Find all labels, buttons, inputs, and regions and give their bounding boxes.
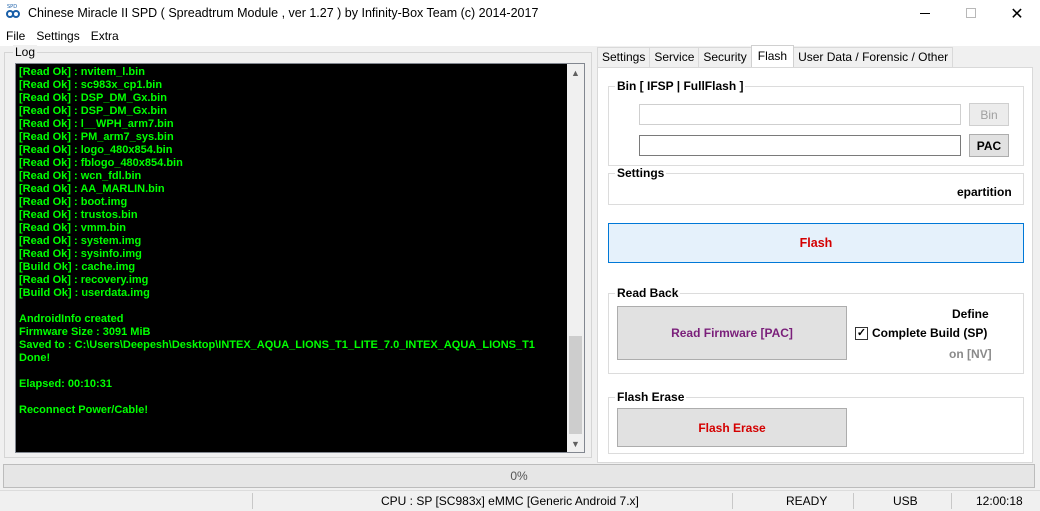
flash-button[interactable]: Flash	[608, 223, 1024, 263]
scroll-thumb[interactable]	[569, 336, 582, 434]
complete-build-checkbox[interactable]: ✓ Complete Build (SP)	[855, 326, 987, 340]
app-logo-icon: SPD	[6, 4, 22, 20]
log-line: Done!	[19, 352, 51, 364]
status-cpu: CPU : SP [SC983x] eMMC [Generic Android …	[381, 494, 639, 508]
log-line: [Read Ok] : sysinfo.img	[19, 248, 142, 260]
progress-text: 0%	[510, 469, 528, 483]
flash-tab-panel: Bin [ IFSP | FullFlash ] Bin PAC Setting…	[597, 67, 1033, 463]
log-line: [Read Ok] : vmm.bin	[19, 222, 126, 234]
log-line: Saved to : C:\Users\Deepesh\Desktop\INTE…	[19, 339, 535, 351]
close-button[interactable]: ✕	[994, 0, 1040, 26]
log-line: [Read Ok] : boot.img	[19, 196, 128, 208]
menu-extra[interactable]: Extra	[85, 29, 124, 43]
log-line: Firmware Size : 3091 MiB	[19, 326, 151, 338]
window-controls: ✕	[902, 0, 1040, 26]
log-line: [Read Ok] : DSP_DM_Gx.bin	[19, 92, 167, 104]
log-line: [Read Ok] : wcn_fdl.bin	[19, 170, 142, 182]
log-scrollbar[interactable]: ▲ ▼	[567, 64, 584, 452]
log-group-title: Log	[13, 45, 38, 59]
read-back-group: Read Back Read Firmware [PAC] Define ✓ C…	[608, 286, 1024, 374]
settings-group-title: Settings	[615, 166, 667, 180]
repartition-option[interactable]: epartition	[957, 185, 1012, 199]
maximize-icon	[966, 8, 976, 18]
bin-group: Bin [ IFSP | FullFlash ] Bin PAC	[608, 79, 1024, 166]
flash-erase-group: Flash Erase Flash Erase	[608, 390, 1024, 454]
tab-settings[interactable]: Settings	[597, 47, 651, 67]
bin-button[interactable]: Bin	[969, 103, 1009, 126]
menu-settings[interactable]: Settings	[30, 29, 84, 43]
settings-group: Settings epartition	[608, 166, 1024, 205]
read-back-group-title: Read Back	[615, 286, 681, 300]
log-line: [Read Ok] : PM_arm7_sys.bin	[19, 131, 174, 143]
menu-file[interactable]: File	[0, 29, 30, 43]
scroll-down-icon[interactable]: ▼	[567, 435, 584, 452]
minimize-button[interactable]	[902, 0, 948, 26]
progress-bar: 0%	[3, 464, 1035, 488]
checkbox-check-icon: ✓	[855, 326, 868, 340]
flash-erase-group-title: Flash Erase	[615, 390, 687, 404]
tab-strip: Settings Service Security Flash User Dat…	[597, 45, 954, 67]
log-line: [Build Ok] : userdata.img	[19, 287, 150, 299]
log-line: [Build Ok] : cache.img	[19, 261, 136, 273]
log-line: [Read Ok] : logo_480x854.bin	[19, 144, 173, 156]
minimize-icon	[920, 12, 930, 14]
bin-path-input[interactable]	[639, 104, 961, 125]
log-line: [Read Ok] : nvitem_l.bin	[19, 66, 145, 78]
nv-option[interactable]: on [NV]	[949, 347, 992, 361]
maximize-button[interactable]	[948, 0, 994, 26]
window-title: Chinese Miracle II SPD ( Spreadtrum Modu…	[28, 6, 539, 20]
log-line: Reconnect Power/Cable!	[19, 404, 148, 416]
menu-bar: File Settings Extra	[0, 26, 1040, 46]
title-bar: SPD Chinese Miracle II SPD ( Spreadtrum …	[0, 0, 1040, 26]
scroll-up-icon[interactable]: ▲	[567, 64, 584, 81]
log-line: [Read Ok] : trustos.bin	[19, 209, 138, 221]
log-line: [Read Ok] : l__WPH_arm7.bin	[19, 118, 174, 130]
log-lines: [Read Ok] : nvitem_l.bin [Read Ok] : sc98…	[19, 66, 564, 417]
read-firmware-pac-button[interactable]: Read Firmware [PAC]	[617, 306, 847, 360]
status-port: USB	[893, 494, 918, 508]
log-line: AndroidInfo created	[19, 313, 124, 325]
tab-user-data-forensic-other[interactable]: User Data / Forensic / Other	[793, 47, 954, 67]
tab-security[interactable]: Security	[698, 47, 752, 67]
log-line: [Read Ok] : DSP_DM_Gx.bin	[19, 105, 167, 117]
define-option[interactable]: Define	[952, 307, 989, 321]
log-line: [Read Ok] : system.img	[19, 235, 142, 247]
log-group: Log [Read Ok] : nvitem_l.bin [Read Ok] : …	[4, 45, 592, 458]
log-line: [Read Ok] : recovery.img	[19, 274, 149, 286]
pac-path-input[interactable]	[639, 135, 961, 156]
bin-group-title: Bin [ IFSP | FullFlash ]	[615, 79, 746, 93]
tab-flash[interactable]: Flash	[750, 45, 795, 67]
log-line: [Read Ok] : fblogo_480x854.bin	[19, 157, 183, 169]
log-output[interactable]: [Read Ok] : nvitem_l.bin [Read Ok] : sc98…	[15, 63, 585, 453]
status-state: READY	[786, 494, 828, 508]
flash-erase-button[interactable]: Flash Erase	[617, 408, 847, 447]
status-bar: CPU : SP [SC983x] eMMC [Generic Android …	[0, 490, 1040, 511]
status-time: 12:00:18	[976, 494, 1023, 508]
pac-button[interactable]: PAC	[969, 134, 1009, 157]
log-line: Elapsed: 00:10:31	[19, 378, 112, 390]
log-line: [Read Ok] : AA_MARLIN.bin	[19, 183, 165, 195]
log-line: [Read Ok] : sc983x_cp1.bin	[19, 79, 163, 91]
close-icon: ✕	[1010, 3, 1024, 23]
complete-build-label: Complete Build (SP)	[872, 326, 988, 340]
tab-service[interactable]: Service	[649, 47, 700, 67]
